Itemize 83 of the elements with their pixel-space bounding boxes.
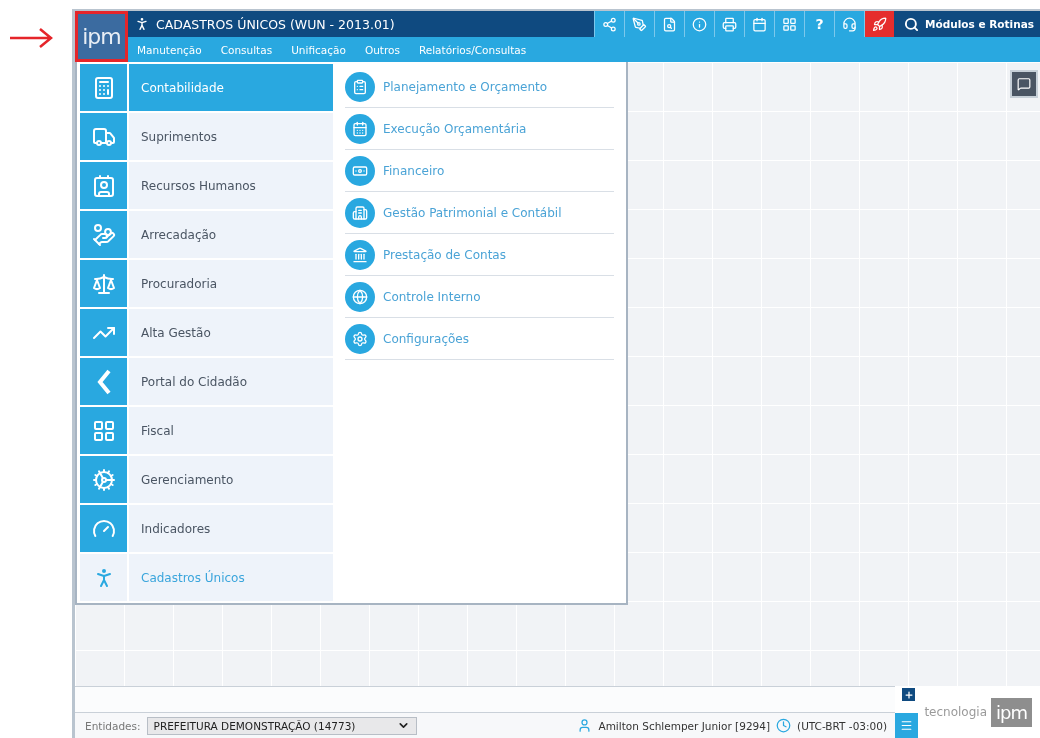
pen-button[interactable]	[624, 11, 655, 37]
menu-icon	[900, 719, 913, 732]
submenu-link[interactable]: Execução Orçamentária	[383, 121, 527, 136]
bank-icon	[352, 246, 368, 263]
app-title: CADASTROS ÚNICOS (WUN - 2013.01)	[156, 16, 396, 32]
scale-tile[interactable]	[80, 260, 127, 307]
chat-icon	[1017, 77, 1031, 91]
grid-tile[interactable]	[80, 407, 127, 454]
calendar-icon	[752, 16, 768, 32]
brand-logo: ipm	[991, 697, 1032, 727]
printer-icon	[722, 16, 738, 32]
rocket-icon	[872, 16, 888, 32]
module-item[interactable]: Cadastros Únicos	[129, 554, 333, 601]
clock-icon	[776, 718, 792, 733]
chevron-left-tile[interactable]	[80, 358, 127, 405]
module-item[interactable]: Recursos Humanos	[129, 162, 333, 209]
submenu-link[interactable]: Planejamento e Orçamento	[383, 79, 548, 94]
module-item[interactable]: Arrecadação	[129, 211, 333, 258]
cog-tile[interactable]	[80, 456, 127, 503]
menu-item[interactable]: Unificação	[291, 43, 346, 56]
globe-icon	[352, 288, 368, 305]
menu-item[interactable]: Relatórios/Consultas	[418, 43, 527, 56]
search-icon	[904, 16, 920, 32]
submenu-link[interactable]: Configurações	[383, 331, 469, 346]
building-icon	[352, 204, 368, 221]
calendar-icon	[352, 120, 368, 137]
module-item[interactable]: Procuradoria	[129, 260, 333, 307]
scale-icon	[91, 271, 116, 296]
entity-label: Entidades:	[85, 719, 141, 732]
module-item[interactable]: Fiscal	[129, 407, 333, 454]
grid-icon	[782, 16, 798, 32]
clipboard-icon	[352, 78, 368, 95]
menu-item[interactable]: Outros	[364, 43, 400, 56]
module-item[interactable]: Alta Gestão	[129, 309, 333, 356]
rocket-button[interactable]	[864, 11, 895, 37]
info-icon	[692, 16, 708, 32]
chevron-left-icon	[96, 368, 111, 395]
submenu-link[interactable]: Prestação de Contas	[383, 247, 506, 262]
menu-button[interactable]	[895, 713, 918, 738]
document-search-icon	[662, 16, 678, 32]
module-item[interactable]: Suprimentos	[129, 113, 333, 160]
menu-item[interactable]: Manutenção	[137, 43, 202, 56]
calendar-button[interactable]	[744, 11, 775, 37]
person-tile[interactable]	[80, 554, 127, 601]
timezone-text: (UTC-BRT -03:00)	[797, 719, 887, 732]
hand-coin-icon	[91, 222, 116, 247]
submenu-link[interactable]: Financeiro	[383, 163, 445, 178]
chat-button[interactable]	[1010, 70, 1038, 98]
entity-select[interactable]: PREFEITURA DEMONSTRAÇÃO (14773)	[146, 716, 417, 735]
plus-icon	[903, 689, 914, 700]
submenu-link[interactable]: Gestão Patrimonial e Contábil	[383, 205, 562, 220]
id-card-icon	[91, 173, 116, 198]
person-icon	[134, 16, 150, 32]
share-icon	[602, 16, 618, 32]
module-item[interactable]: Portal do Cidadão	[129, 358, 333, 405]
gauge-tile[interactable]	[80, 505, 127, 552]
printer-button[interactable]	[714, 11, 745, 37]
submenu-link[interactable]: Controle Interno	[383, 289, 481, 304]
help-button[interactable]: ?	[804, 11, 835, 37]
info-button[interactable]	[684, 11, 715, 37]
add-button[interactable]	[902, 688, 915, 701]
chart-tile[interactable]	[80, 309, 127, 356]
id-card-tile[interactable]	[80, 162, 127, 209]
cog-icon	[91, 467, 116, 492]
grid-icon	[91, 418, 116, 443]
hand-coin-tile[interactable]	[80, 211, 127, 258]
truck-tile[interactable]	[80, 113, 127, 160]
ipm-logo[interactable]: ipm	[75, 11, 128, 62]
pen-icon	[632, 16, 648, 32]
user-name: Amilton Schlemper Junior [9294]	[598, 719, 771, 732]
document-search-button[interactable]	[654, 11, 685, 37]
menu-item[interactable]: Consultas	[220, 43, 273, 56]
module-item[interactable]: Contabilidade	[129, 64, 333, 111]
brand-word: tecnologia	[924, 705, 988, 719]
headset-icon	[842, 16, 858, 32]
module-item[interactable]: Indicadores	[129, 505, 333, 552]
module-item[interactable]: Gerenciamento	[129, 456, 333, 503]
user-icon	[577, 718, 593, 733]
calculator-tile[interactable]	[80, 64, 127, 111]
grid-button[interactable]	[774, 11, 805, 37]
share-button[interactable]	[594, 11, 625, 37]
annotation-arrow	[8, 26, 54, 50]
settings-icon	[352, 330, 368, 347]
